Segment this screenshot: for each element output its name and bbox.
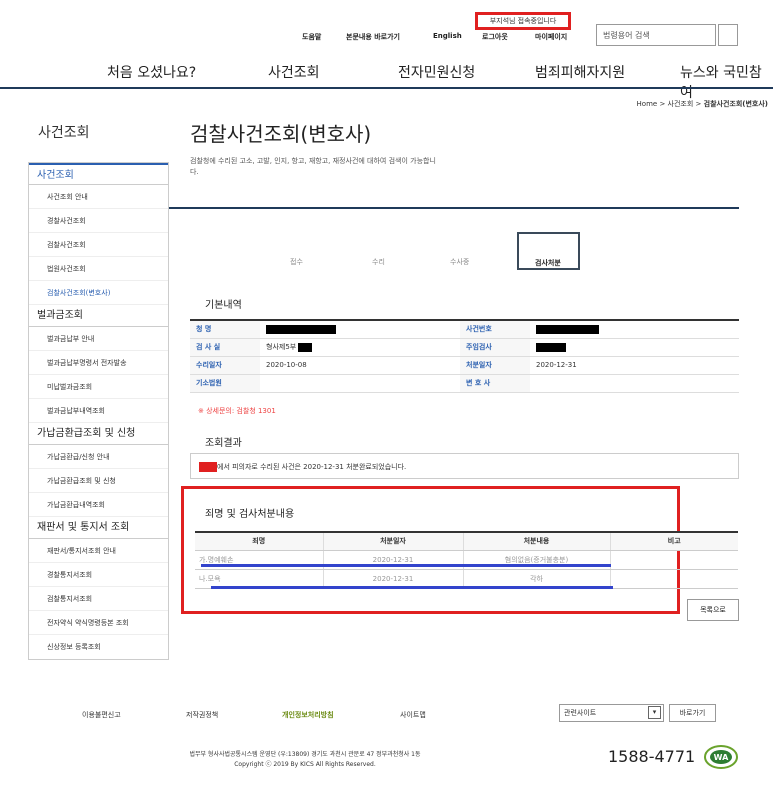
sidebar-item[interactable]: 재판서/통지서조회 안내 bbox=[29, 539, 168, 563]
sidebar-group-fine[interactable]: 벌과금조회 bbox=[29, 305, 168, 327]
breadcrumb: Home > 사건조회 > 검찰사건조회(변호사) bbox=[636, 100, 768, 108]
sidebar-item[interactable]: 검찰통지서조회 bbox=[29, 587, 168, 611]
chevron-down-icon[interactable]: ▾ bbox=[648, 706, 661, 719]
gnb-first-visit[interactable]: 처음 오셨나요? bbox=[107, 62, 196, 82]
footer-sitemap-link[interactable]: 사이트맵 bbox=[400, 710, 426, 720]
redacted-block bbox=[536, 324, 599, 334]
search-input[interactable]: 법령용어 검색 bbox=[596, 24, 716, 46]
page-description: 검찰청에 수리된 고소, 고발, 인지, 항고, 재항고, 재정사건에 대하여 … bbox=[190, 157, 436, 176]
go-button[interactable]: 바로가기 bbox=[669, 704, 716, 722]
col-result: 처분내용 bbox=[463, 532, 611, 551]
step-investigating: 수사중 bbox=[450, 258, 470, 266]
prosecutor-value bbox=[530, 338, 739, 357]
case-no-value bbox=[530, 320, 739, 339]
mypage-link[interactable]: 마이페이지 bbox=[535, 32, 567, 42]
gnb-divider bbox=[0, 87, 773, 89]
result-title: 조회결과 bbox=[205, 438, 242, 449]
annotation-underline bbox=[211, 586, 613, 589]
col-crime: 죄명 bbox=[195, 532, 324, 551]
sidebar-item[interactable]: 미납벌과금조회 bbox=[29, 375, 168, 399]
footer-copyright-link[interactable]: 저작권정책 bbox=[186, 710, 218, 720]
redacted-block bbox=[266, 324, 336, 334]
skip-to-content-link[interactable]: 본문내용 바로가기 bbox=[346, 32, 400, 42]
disp-date-value: 2020-12-31 bbox=[530, 356, 739, 375]
col-date: 처분일자 bbox=[323, 532, 464, 551]
sidebar-title: 사건조회 bbox=[38, 125, 90, 141]
user-status-badge: 부지석님 접속중입니다 bbox=[475, 12, 571, 30]
lawyer-value bbox=[530, 374, 739, 393]
title-divider bbox=[169, 207, 739, 209]
sidebar-item[interactable]: 경찰통지서조회 bbox=[29, 563, 168, 587]
charge-table: 죄명 처분일자 처분내용 비고 가.명예훼손 2020-12-31 혐의없음(증… bbox=[195, 531, 738, 589]
inquiry-note: ※ 상세문의: 검찰청 1301 bbox=[198, 407, 276, 415]
step-disposition: 검사처분 bbox=[535, 259, 561, 267]
sidebar-group-refund[interactable]: 가납금환급조회 및 신청 bbox=[29, 423, 168, 445]
sidebar-item[interactable]: 전자약식 약식명령등본 조회 bbox=[29, 611, 168, 635]
sidebar-item[interactable]: 벌과금납부내역조회 bbox=[29, 399, 168, 423]
gnb-news[interactable]: 뉴스와 국민참여 bbox=[680, 62, 773, 102]
court-value bbox=[260, 374, 460, 393]
logout-link[interactable]: 로그아웃 bbox=[482, 32, 508, 42]
dept-label: 검 사 실 bbox=[190, 338, 260, 357]
sidebar-item-active[interactable]: 검찰사건조회(변호사) bbox=[29, 281, 168, 305]
dept-value: 형사제5부 bbox=[260, 338, 460, 357]
result-box: 에서 피의자로 수리된 사건은 2020-12-31 처분완료되었습니다. bbox=[190, 453, 739, 479]
footer-report-link[interactable]: 이용불편신고 bbox=[82, 710, 121, 720]
recv-date-label: 수리일자 bbox=[190, 356, 260, 375]
basic-info-title: 기본내역 bbox=[205, 300, 242, 311]
basic-info-table: 청 명 사건번호 검 사 실 형사제5부 주임검사 수리일자 2020-10-0… bbox=[190, 319, 739, 393]
name-value bbox=[260, 320, 460, 339]
note-cell bbox=[610, 550, 738, 570]
recv-date-value: 2020-10-08 bbox=[260, 356, 460, 375]
col-note: 비고 bbox=[610, 532, 738, 551]
sidebar-item[interactable]: 사건조회 안내 bbox=[29, 185, 168, 209]
sidebar-group-case[interactable]: 사건조회 bbox=[29, 163, 168, 185]
breadcrumb-level1[interactable]: 사건조회 bbox=[668, 100, 694, 108]
footer-address: 법무부 형사사법공통시스템 운영단 (우:13809) 경기도 과천시 관문로 … bbox=[189, 751, 421, 768]
note-cell bbox=[610, 569, 738, 589]
prosecutor-label: 주임검사 bbox=[460, 338, 530, 357]
help-link[interactable]: 도움말 bbox=[302, 32, 321, 42]
sidebar-item[interactable]: 경찰사건조회 bbox=[29, 209, 168, 233]
gnb-case-inquiry[interactable]: 사건조회 bbox=[268, 62, 320, 82]
sidebar-item[interactable]: 벌과금납부 안내 bbox=[29, 327, 168, 351]
redacted-block bbox=[536, 342, 566, 352]
sidebar-menu: 사건조회 사건조회 안내 경찰사건조회 검찰사건조회 법원사건조회 검찰사건조회… bbox=[28, 162, 169, 660]
case-no-label: 사건번호 bbox=[460, 320, 530, 339]
sidebar-item[interactable]: 벌과금납부명령서 전자발송 bbox=[29, 351, 168, 375]
redacted-block bbox=[199, 462, 217, 472]
court-label: 기소법원 bbox=[190, 374, 260, 393]
sidebar-item[interactable]: 신상정보 등록조회 bbox=[29, 635, 168, 659]
charge-title: 죄명 및 검사처분내용 bbox=[205, 509, 295, 520]
english-link[interactable]: English bbox=[433, 32, 462, 40]
gnb-e-petition[interactable]: 전자민원신청 bbox=[398, 62, 475, 82]
breadcrumb-current: 검찰사건조회(변호사) bbox=[703, 100, 768, 108]
lawyer-label: 변 호 사 bbox=[460, 374, 530, 393]
page-title: 검찰사건조회(변호사) bbox=[190, 122, 372, 146]
web-accessibility-logo-icon: WA bbox=[704, 745, 738, 769]
sidebar-item[interactable]: 가납금환급/신청 안내 bbox=[29, 445, 168, 469]
search-button[interactable] bbox=[718, 24, 738, 46]
disp-date-label: 처분일자 bbox=[460, 356, 530, 375]
sidebar-item[interactable]: 검찰사건조회 bbox=[29, 233, 168, 257]
step-accepted: 수리 bbox=[372, 258, 385, 266]
redacted-block bbox=[298, 342, 313, 352]
result-text: 에서 피의자로 수리된 사건은 2020-12-31 처분완료되었습니다. bbox=[217, 463, 407, 471]
name-label: 청 명 bbox=[190, 320, 260, 339]
list-button[interactable]: 목록으로 bbox=[687, 599, 739, 621]
annotation-underline bbox=[201, 564, 611, 567]
sidebar-group-judgment[interactable]: 재판서 및 통지서 조회 bbox=[29, 517, 168, 539]
footer-phone: 1588-4771 bbox=[608, 747, 696, 766]
gnb-victim-support[interactable]: 범죄피해자지원 bbox=[535, 62, 625, 82]
breadcrumb-home[interactable]: Home bbox=[637, 100, 658, 108]
sidebar-item[interactable]: 가납금환급내역조회 bbox=[29, 493, 168, 517]
step-received: 접수 bbox=[290, 258, 303, 266]
svg-text:WA: WA bbox=[714, 753, 729, 762]
sidebar-item[interactable]: 법원사건조회 bbox=[29, 257, 168, 281]
footer-privacy-link[interactable]: 개인정보처리방침 bbox=[282, 710, 334, 720]
sidebar-item[interactable]: 가납금환급조회 및 신청 bbox=[29, 469, 168, 493]
